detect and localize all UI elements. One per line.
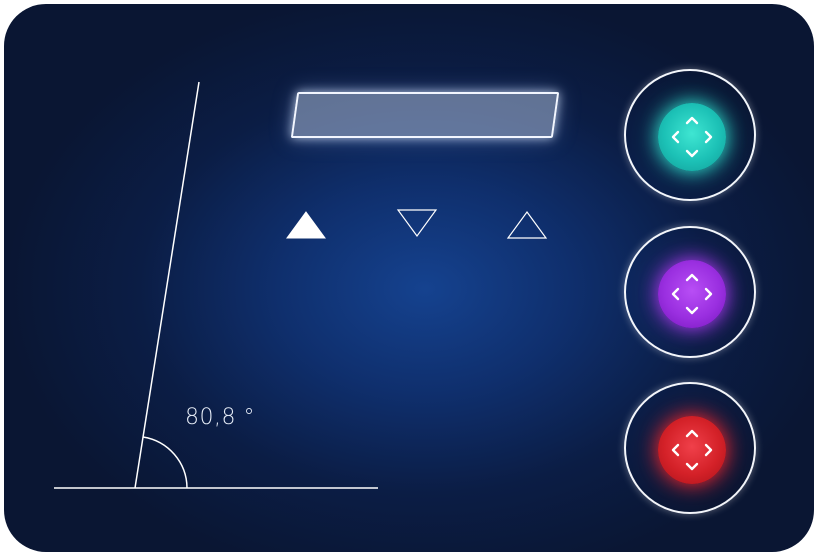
- four-way-arrows-icon: [671, 429, 713, 471]
- four-way-arrows-icon: [671, 273, 713, 315]
- teal-direction-knob: [658, 103, 726, 171]
- four-way-arrows-icon: [671, 116, 713, 158]
- angle-arc: [142, 436, 188, 489]
- triangle-up-outline-button[interactable]: [505, 206, 549, 240]
- triangle-up-outline-icon: [506, 210, 548, 239]
- purple-direction-knob: [658, 260, 726, 328]
- purple-direction-button[interactable]: [624, 226, 756, 358]
- red-direction-knob: [658, 416, 726, 484]
- triangle-up-filled-icon: [286, 211, 326, 239]
- teal-direction-button[interactable]: [624, 69, 756, 201]
- triangle-down-outline-button[interactable]: [395, 206, 439, 240]
- angle-readout: 80,8 °: [185, 405, 255, 430]
- display-field: [290, 92, 560, 138]
- control-panel: 80,8 °: [4, 4, 814, 552]
- red-direction-button[interactable]: [624, 382, 756, 514]
- triangle-down-outline-icon: [396, 209, 438, 238]
- triangle-up-filled-button[interactable]: [284, 206, 328, 240]
